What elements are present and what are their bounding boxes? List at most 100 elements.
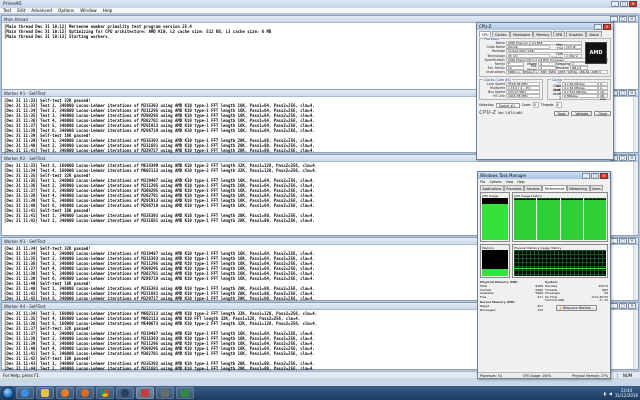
maximize-button[interactable]: □ [619,238,627,244]
windows-taskbar: ▮ ◀ 13:44 31/12/2016 [0,386,640,400]
taskbar-app-explorer[interactable] [36,387,54,399]
cache-group-label: Cache [551,77,563,82]
tab-applications[interactable]: Applications [480,185,504,191]
menu-window[interactable]: Window [80,8,97,13]
tab-performance[interactable]: Performance [542,185,567,191]
taskbar-app-ie[interactable] [16,387,34,399]
cpuz-version: Ver. 1.67.0.x64 [498,111,523,116]
menu-advanced[interactable]: Advanced [31,8,52,13]
taskmgr-titlebar[interactable]: Windows Task Manager _ □ × [478,172,610,179]
minimize-button[interactable]: _ [610,238,618,244]
resource-monitor-button[interactable]: ◆ Resource Monitor... [555,304,598,311]
tools-button[interactable]: Tools [553,110,570,116]
menu-help[interactable]: Help [103,8,113,13]
close-button[interactable]: × [628,16,636,22]
tab-networking[interactable]: Networking [566,185,590,191]
maximize-button[interactable]: □ [619,155,627,161]
minimize-button[interactable]: _ [610,303,618,309]
status-physical-memory: Physical Memory: 27% [572,373,608,378]
close-button[interactable]: Close [594,110,611,116]
menu-help[interactable]: Help [517,180,524,184]
status-cpu-usage: CPU Usage: 100% [522,373,552,378]
l3-way-field: 48-way [598,94,608,102]
l3-field: 6 MBytes [562,94,598,99]
close-button[interactable]: × [603,23,611,30]
close-button[interactable]: × [628,90,636,96]
taskbar-app-chrome[interactable] [96,387,114,399]
tab-memory[interactable]: Memory [533,31,553,37]
cpuz-tabs: CPU Caches Mainboard Memory SPD Graphics… [477,30,613,37]
close-button[interactable]: × [628,303,636,309]
tab-graphics[interactable]: Graphics [565,31,586,37]
validate-button[interactable]: Validate [571,110,593,116]
menu-test[interactable]: Test [3,8,11,13]
tab-services[interactable]: Services [524,185,543,191]
tab-processes[interactable]: Processes [503,185,525,191]
cpuz-window[interactable]: CPU-Z _ × CPU Caches Mainboard Memory SPD… [476,22,614,160]
minimize-button[interactable]: _ [594,23,602,30]
close-button[interactable]: × [629,1,637,7]
cpuz-title: CPU-Z [479,24,492,29]
nonpaged-label: Nonpaged [480,307,496,312]
cores-field: 4 [532,102,539,109]
menu-options[interactable]: Options [58,8,74,13]
instructions-label: Instructions [486,70,505,75]
volume-icon[interactable]: ◀ [609,391,612,396]
menu-edit[interactable]: Edit [17,8,25,13]
menu-view[interactable]: View [506,180,514,184]
taskmgr-status-bar: Processes: 54 CPU Usage: 100% Physical M… [478,372,610,378]
task-manager-window[interactable]: Windows Task Manager _ □ × File Options Vi… [477,171,611,379]
taskbar-app-cpuz[interactable] [156,387,174,399]
main-thread-title: Main thread [4,16,28,22]
shield-icon: ◆ [559,305,562,310]
system-clock[interactable]: 13:44 31/12/2016 [615,388,638,398]
maximize-button[interactable]: □ [591,172,599,179]
tab-mainboard[interactable]: Mainboard [510,31,533,37]
tab-users[interactable]: Users [589,185,604,191]
selection-label: Selection [479,103,494,108]
cache-group: Cache L1 Data4 x 64 KBytes2-way L1 Inst.… [547,77,611,102]
taskbar-app-prime95[interactable] [136,387,154,399]
cpu-core-graph [514,198,537,240]
system-tray: ▮ ◀ 13:44 31/12/2016 [604,388,638,398]
maximize-button[interactable]: □ [619,90,627,96]
cpu-core-graph [560,198,583,240]
vertical-scrollbar[interactable] [633,97,638,152]
memory-history-line [514,267,606,269]
start-button[interactable] [2,387,14,399]
minimize-button[interactable]: _ [611,1,619,7]
close-button[interactable]: × [600,172,608,179]
prime95-titlebar[interactable]: Prime95 _ □ × [0,0,640,8]
taskmgr-title: Windows Task Manager [480,173,527,178]
prime95-icon [141,389,149,397]
cpu-core-graph [583,198,606,240]
maximize-button[interactable]: □ [619,303,627,309]
maximize-button[interactable]: □ [620,1,628,7]
memory-meter: 2.20 GB [482,250,508,276]
maximize-button[interactable]: □ [619,16,627,22]
taskmgr-tabs: Applications Processes Services Performa… [478,184,610,191]
l3-label: Level 3 [552,92,561,101]
vertical-scrollbar[interactable] [633,310,638,369]
menu-file[interactable]: File [480,180,485,184]
taskbar-app-media[interactable] [56,387,74,399]
menu-options[interactable]: Options [489,180,501,184]
minimize-button[interactable]: _ [582,172,590,179]
cpuz-titlebar[interactable]: CPU-Z _ × [477,23,613,30]
socket-select[interactable]: Socket #1 [495,102,520,108]
tab-about[interactable]: About [586,31,602,37]
physical-memory-stats: Physical Memory (MB) Total 8189 Cached 596… [480,280,543,312]
taskbar-app-taskmgr[interactable] [176,387,194,399]
vertical-scrollbar[interactable] [633,162,638,235]
chrome-icon [101,389,109,397]
vertical-scrollbar[interactable] [633,245,638,300]
ht-link-field: 1916.78 MHz [506,94,540,99]
instructions-field: MMX(+), 3DNow!(+), SSE, SSE2, SSE3, SSE4… [506,70,608,75]
tab-spd[interactable]: SPD [552,31,566,37]
close-button[interactable]: × [628,155,636,161]
taskbar-app-steam[interactable] [116,387,134,399]
network-icon[interactable]: ▮ [604,391,606,396]
taskbar-app-firefox[interactable] [76,387,94,399]
close-button[interactable]: × [628,238,636,244]
resource-monitor-label: Resource Monitor... [562,305,594,310]
